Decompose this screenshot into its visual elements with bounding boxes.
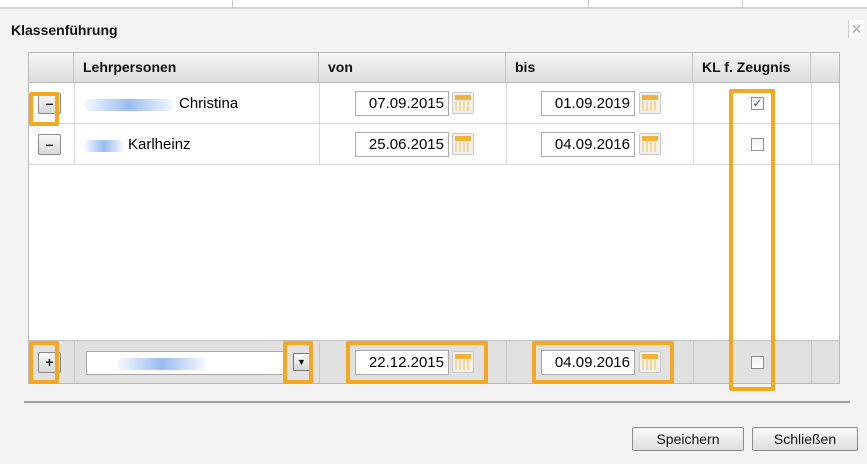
header-lehrpersonen[interactable]: Lehrpersonen (74, 53, 319, 83)
table-row: – Christina 07.09.2015 01.09.2019 ✓ (29, 83, 839, 124)
col-divider (811, 83, 812, 123)
calendar-icon[interactable] (639, 133, 661, 155)
close-icon[interactable]: × (848, 20, 864, 38)
redacted-selection (117, 358, 207, 370)
col-divider (74, 83, 75, 123)
header-von[interactable]: von (319, 53, 506, 83)
col-divider (74, 341, 75, 383)
header-action-col (29, 53, 74, 83)
calendar-icon[interactable] (452, 92, 474, 114)
grid-header: Lehrpersonen von bis KL f. Zeugnis (29, 53, 839, 83)
background-window-strip (0, 0, 867, 8)
col-divider (506, 341, 507, 383)
close-button[interactable]: Schließen (752, 427, 858, 451)
col-divider (693, 124, 694, 164)
highlight-remove-button (29, 92, 59, 126)
redacted-surname (84, 99, 174, 111)
highlight-new-von (346, 341, 488, 384)
redacted-surname (84, 140, 124, 152)
strip-divider (588, 0, 589, 8)
bis-date-input[interactable]: 01.09.2019 (541, 91, 635, 116)
von-date-input[interactable]: 25.06.2015 (355, 132, 449, 157)
col-divider (319, 341, 320, 383)
calendar-icon[interactable] (452, 133, 474, 155)
col-divider (319, 124, 320, 164)
footer-divider (24, 401, 850, 404)
calendar-icon[interactable] (639, 92, 661, 114)
header-kl-zeugnis[interactable]: KL f. Zeugnis (693, 53, 811, 83)
save-button[interactable]: Speichern (632, 427, 744, 451)
highlight-new-bis (532, 341, 674, 384)
teacher-name: Karlheinz (128, 136, 191, 153)
remove-row-button[interactable]: – (38, 134, 61, 155)
highlight-dropdown (283, 341, 313, 384)
col-divider (319, 83, 320, 123)
strip-divider (742, 0, 743, 8)
teacher-grid: Lehrpersonen von bis KL f. Zeugnis – Chr… (28, 52, 840, 384)
col-divider (74, 124, 75, 164)
von-date-input[interactable]: 07.09.2015 (355, 91, 449, 116)
col-divider (693, 83, 694, 123)
strip-divider (232, 0, 233, 8)
col-divider (811, 341, 812, 383)
teacher-name: Christina (179, 95, 239, 112)
col-divider (693, 341, 694, 383)
col-divider (506, 124, 507, 164)
col-divider (811, 124, 812, 164)
col-divider (506, 83, 507, 123)
table-row: – Karlheinz 25.06.2015 04.09.2016 (29, 124, 839, 165)
header-bis[interactable]: bis (506, 53, 693, 83)
highlight-add-button (29, 341, 59, 384)
bis-date-input[interactable]: 04.09.2016 (541, 132, 635, 157)
highlight-kl-column (729, 89, 775, 391)
teacher-select[interactable] (86, 351, 286, 375)
dialog-title: Klassenführung (11, 22, 118, 38)
